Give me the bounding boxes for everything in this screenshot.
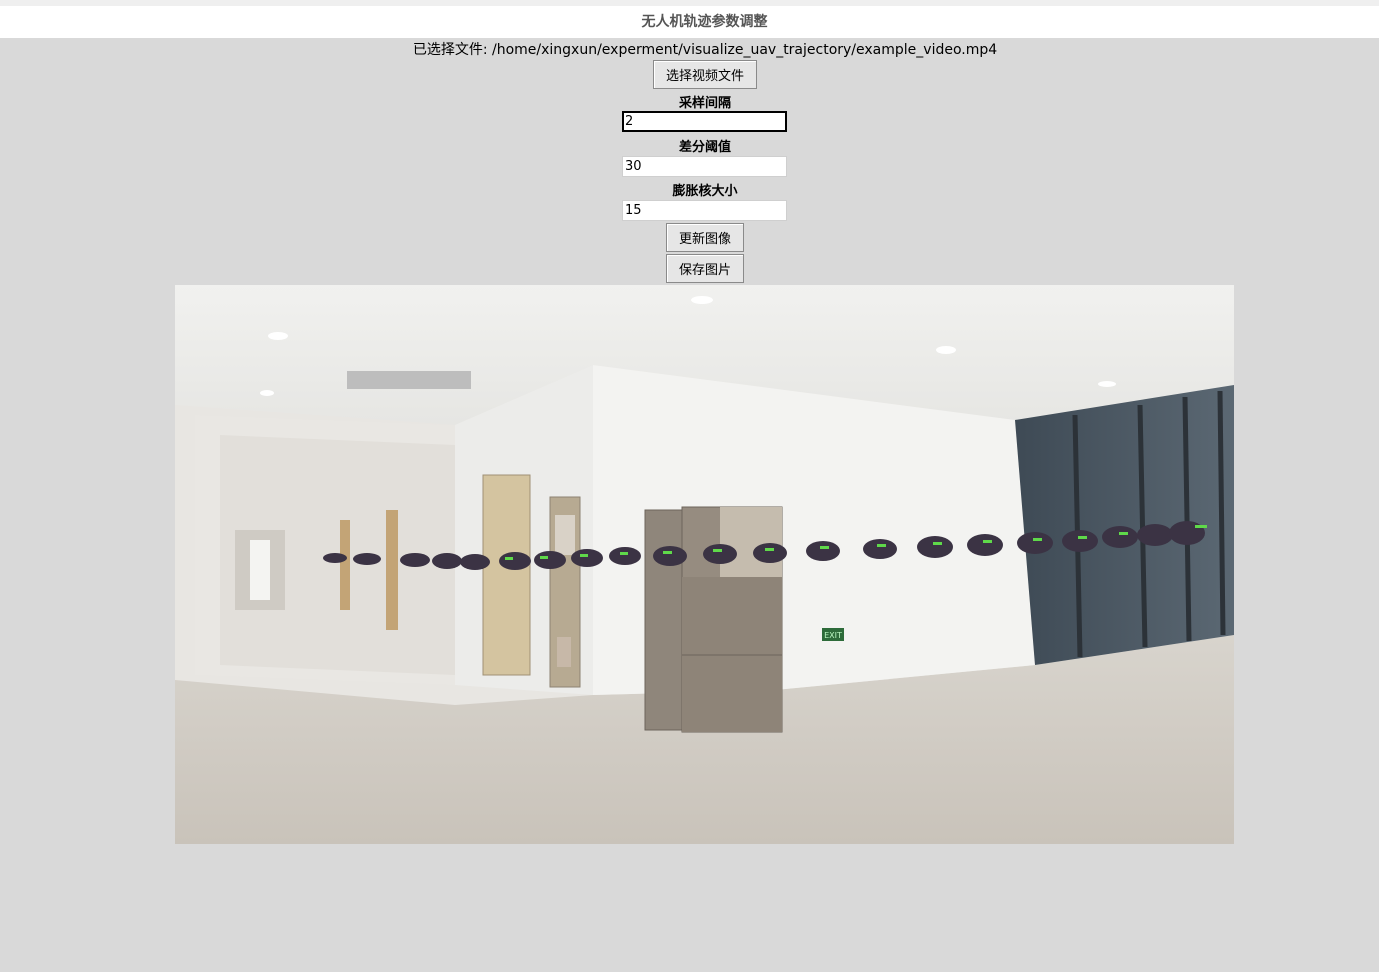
dilate-kernel-input[interactable]	[622, 200, 787, 221]
dilate-kernel-label: 膨胀核大小	[672, 184, 738, 199]
title-bar[interactable]: 无人机轨迹参数调整	[0, 6, 1379, 38]
diff-threshold-input[interactable]	[622, 156, 787, 177]
window-title: 无人机轨迹参数调整	[641, 14, 768, 30]
app-window: 无人机轨迹参数调整 已选择文件: /home/xingxun/experment…	[0, 0, 1379, 972]
update-image-button[interactable]: 更新图像	[666, 223, 744, 252]
select-video-button[interactable]: 选择视频文件	[653, 60, 757, 89]
selected-file-label: 已选择文件: /home/xingxun/experment/visualize…	[412, 42, 998, 58]
save-image-button[interactable]: 保存图片	[666, 254, 744, 283]
trajectory-preview-image: EXIT	[175, 285, 1234, 844]
exit-sign-text: EXIT	[824, 631, 842, 640]
diff-threshold-label: 差分阈值	[678, 140, 731, 155]
sample-interval-input[interactable]	[622, 111, 787, 132]
sample-interval-label: 采样间隔	[678, 96, 731, 111]
